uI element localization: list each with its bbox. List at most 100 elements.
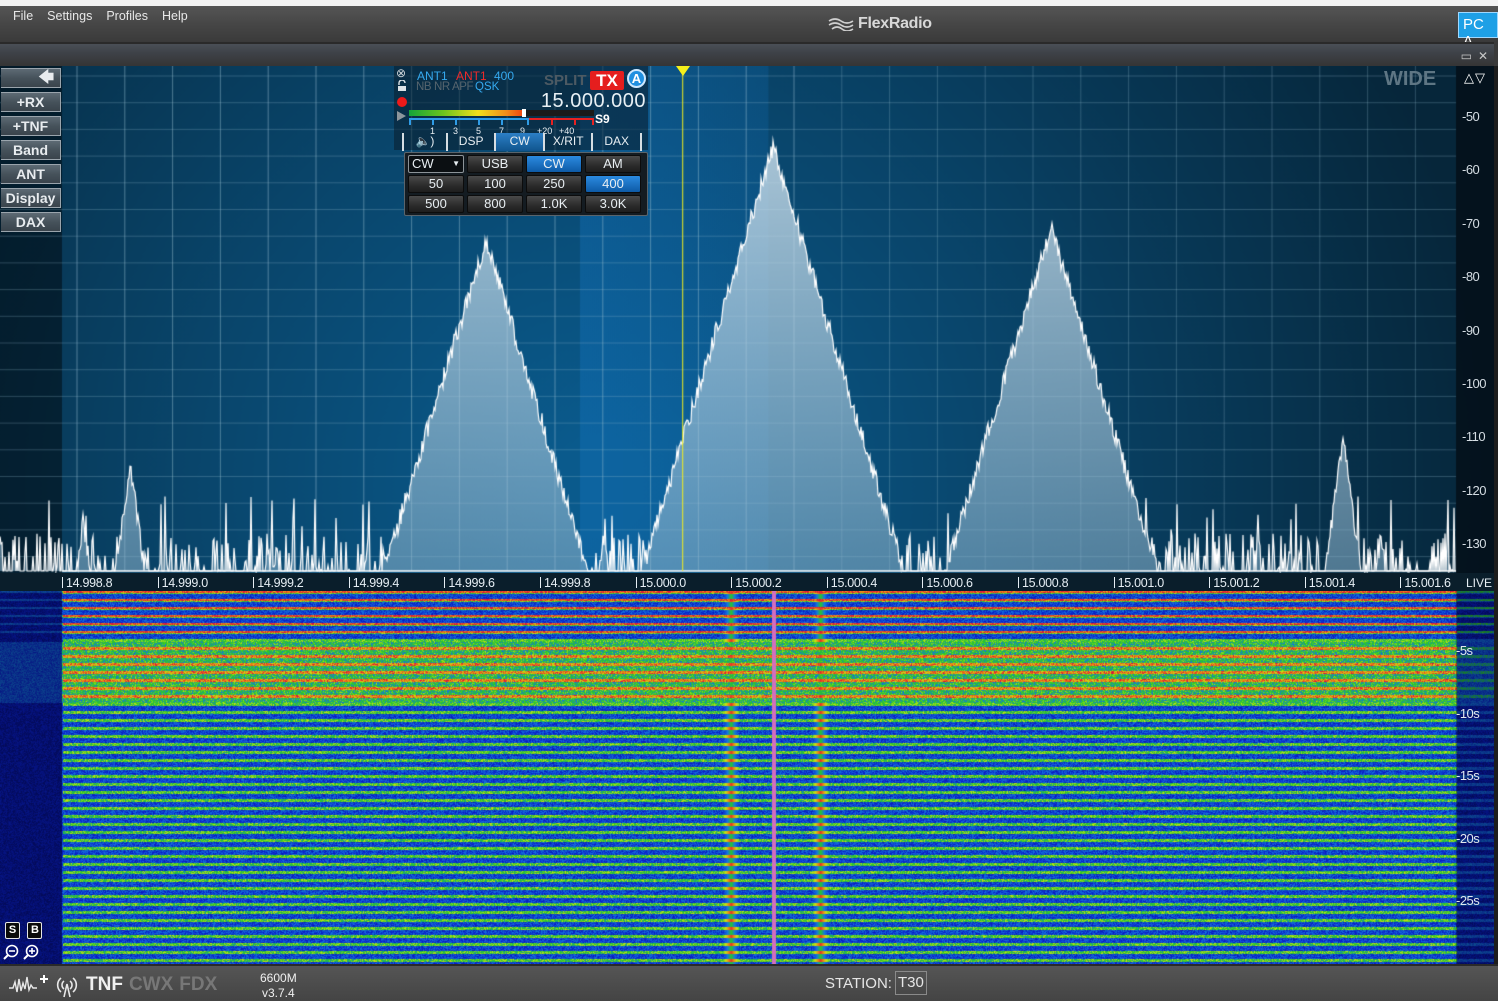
mode-cw-button[interactable]: CW [526, 155, 582, 173]
menu-settings[interactable]: Settings [40, 9, 99, 23]
dbm-tick-label: -130 [1462, 536, 1487, 552]
tab-mode[interactable]: CW [496, 133, 545, 151]
frequency-axis[interactable]: 14.998.8 14.999.0 14.999.2 14.999.4 14.999.6… [0, 573, 1494, 593]
frequency-tick-label: 14.999.8 [540, 576, 591, 590]
collapse-arrow-button[interactable]: 🡄 [1, 68, 61, 88]
s-meter-peak [521, 109, 526, 117]
menu-file[interactable]: File [6, 9, 40, 23]
time-tick-label: -25s [1456, 893, 1480, 908]
antenna-broadcast-icon[interactable] [54, 972, 80, 998]
status-bar: TNF CWX FDX 6600M v3.7.4 STATION: T30 [0, 964, 1498, 1001]
dbm-tick-label: -70 [1462, 215, 1480, 231]
mode-usb-button[interactable]: USB [467, 155, 523, 173]
tab-dax[interactable]: DAX [593, 133, 642, 151]
waterfall[interactable] [0, 591, 1494, 964]
add-pan-waveform-icon[interactable] [8, 973, 48, 997]
tune-marker-icon[interactable] [675, 66, 690, 76]
add-rx-button[interactable]: +RX [1, 92, 61, 112]
menu-help[interactable]: Help [155, 9, 195, 23]
station-label: STATION: [825, 975, 892, 992]
frequency-tick-label: 15.001.2 [1209, 576, 1260, 590]
s-meter-reading: S9 [595, 112, 610, 126]
flexradio-logo: FlexRadio [828, 15, 932, 33]
tnf-toggle[interactable]: TNF [86, 974, 123, 996]
zoom-in-icon[interactable] [23, 944, 39, 960]
dbm-tick-label: -110 [1462, 429, 1486, 445]
s-button[interactable]: S [5, 922, 20, 939]
record-icon[interactable] [397, 97, 407, 107]
filter-1k-button[interactable]: 1.0K [526, 195, 582, 213]
firmware-version: v3.7.4 [262, 986, 295, 1000]
frequency-tick-label: 15.001.0 [1114, 576, 1165, 590]
wave-logo-icon [828, 18, 854, 31]
dsp-flags: NB NR APF [416, 81, 474, 93]
mode-am-button[interactable]: AM [585, 155, 641, 173]
frequency-tick-label: 15.000.8 [1018, 576, 1069, 590]
mode-panel: CW USB CW AM 50 100 250 400 500 800 1.0K… [404, 152, 648, 216]
dax-button[interactable]: DAX [1, 212, 61, 232]
menu-profiles[interactable]: Profiles [99, 9, 155, 23]
filter-500-button[interactable]: 500 [408, 195, 464, 213]
split-button[interactable]: SPLIT [544, 72, 587, 89]
title-bar: File Settings Profiles Help FlexRadio PC… [0, 0, 1498, 50]
s-meter-fill [409, 110, 524, 116]
frequency-tick-label: 15.000.6 [922, 576, 973, 590]
filter-800-button[interactable]: 800 [467, 195, 523, 213]
brand-name: FlexRadio [858, 15, 932, 32]
station-name-field[interactable]: T30 [895, 971, 927, 995]
fdx-toggle[interactable]: FDX [179, 974, 217, 996]
time-tick-label: -10s [1456, 705, 1480, 721]
waterfall-canvas[interactable] [0, 591, 1494, 964]
wide-indicator: WIDE [1384, 68, 1437, 90]
frequency-tick-label: 14.999.0 [158, 576, 209, 590]
time-tick-label: -5s [1456, 643, 1473, 658]
radio-model: 6600M v3.7.4 [260, 971, 297, 1001]
panadapter-display[interactable]: 14.998.8 14.999.0 14.999.2 14.999.4 14.999.6… [0, 66, 1494, 964]
frequency-tick-label: 14.998.8 [62, 576, 113, 590]
tab-dsp[interactable]: DSP [448, 133, 497, 151]
filter-3k-button[interactable]: 3.0K [585, 195, 641, 213]
tx-button[interactable]: TX [590, 71, 624, 90]
menu-bar: File Settings Profiles Help [6, 9, 195, 23]
smartsdr-window: File Settings Profiles Help FlexRadio PC… [0, 0, 1498, 1001]
band-button[interactable]: Band [1, 140, 61, 160]
mode-select[interactable]: CW [408, 155, 464, 173]
waterfall-corner-buttons: S B [5, 920, 45, 939]
dbm-tick-label: -120 [1462, 482, 1487, 498]
frequency-tick-label: 14.999.4 [349, 576, 400, 590]
tab-xrit[interactable]: X/RIT [545, 133, 594, 151]
speaker-icon: 🔈) [415, 134, 435, 148]
add-tnf-button[interactable]: +TNF [1, 116, 61, 136]
frequency-tick-label: 15.001.4 [1305, 576, 1356, 590]
frequency-tick-label: 15.000.4 [827, 576, 878, 590]
lock-icon[interactable] [397, 80, 407, 92]
display-button[interactable]: Display [1, 188, 61, 208]
right-rail [1494, 66, 1498, 964]
ant-button[interactable]: ANT [1, 164, 61, 184]
s-meter [409, 109, 594, 117]
slice-tabs: 🔈) DSP CW X/RIT DAX [402, 133, 642, 151]
cwx-toggle[interactable]: CWX [129, 974, 173, 996]
filter-400-button[interactable]: 400 [585, 175, 641, 193]
dbm-scale-arrows-icon[interactable]: △▽ [1464, 70, 1486, 86]
play-icon[interactable] [397, 111, 406, 121]
close-slice-icon[interactable]: ⊗ [396, 66, 406, 80]
b-button[interactable]: B [27, 922, 43, 939]
pc-client-badge[interactable]: PC A [1458, 12, 1498, 50]
filter-250-button[interactable]: 250 [526, 175, 582, 193]
frequency-tick-label: 15.000.2 [731, 576, 782, 590]
spectrum-plot[interactable] [0, 66, 1494, 573]
time-tick-label: -20s [1456, 830, 1480, 846]
frequency-tick-label: 14.999.6 [444, 576, 495, 590]
spectrum-canvas[interactable] [0, 66, 1494, 573]
restore-icon[interactable]: ▭ [1461, 49, 1472, 63]
dbm-tick-label: -60 [1462, 162, 1480, 178]
tab-audio[interactable]: 🔈) [402, 133, 448, 151]
dbm-tick-label: -80 [1462, 269, 1480, 285]
qsk-indicator: QSK [475, 81, 500, 93]
filter-50-button[interactable]: 50 [408, 175, 464, 193]
zoom-out-icon[interactable] [3, 944, 19, 960]
close-icon[interactable]: ✕ [1478, 49, 1488, 63]
side-button-panel: 🡄 +RX +TNF Band ANT Display DAX [1, 68, 61, 236]
filter-100-button[interactable]: 100 [467, 175, 523, 193]
